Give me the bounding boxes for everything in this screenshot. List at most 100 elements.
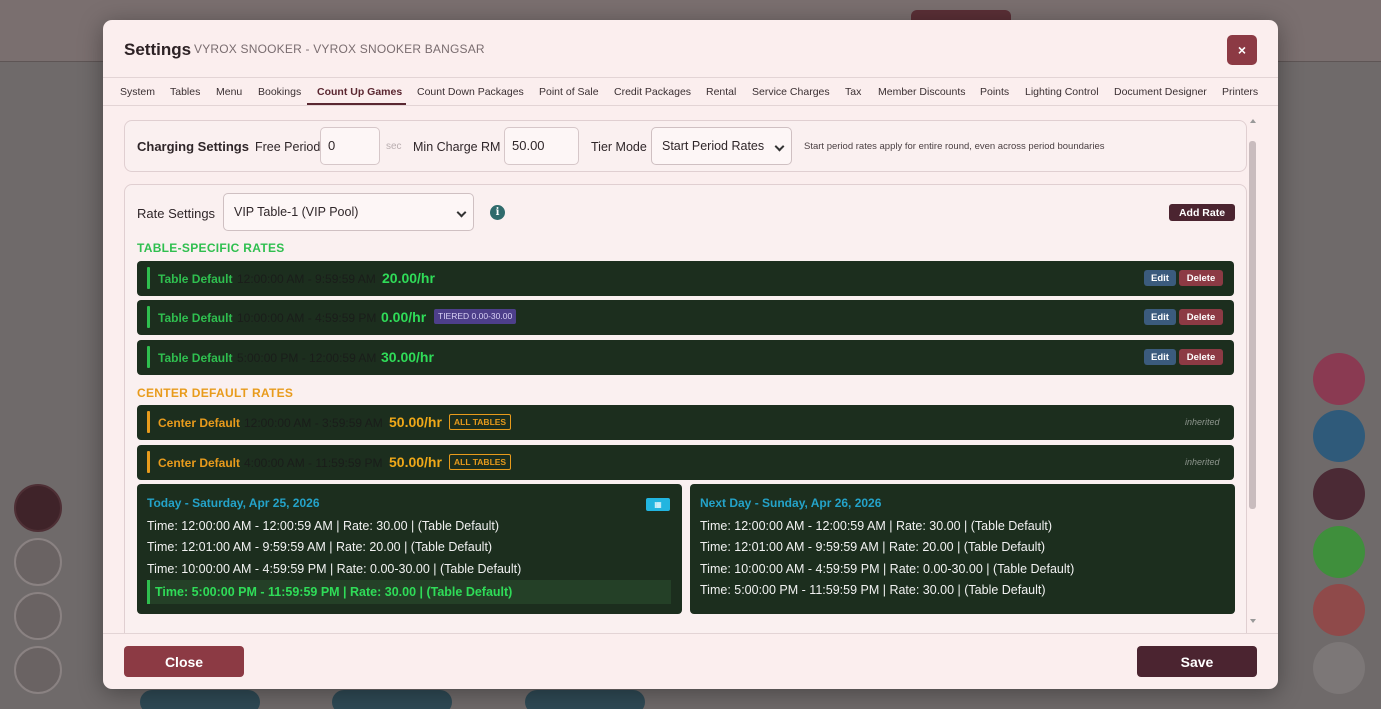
center-rate-row: Center Default 4:00:00 AM - 11:59:59 PM … [137, 445, 1234, 480]
scroll-down-arrow-icon[interactable] [1250, 619, 1256, 623]
tier-mode-select[interactable]: Start Period Rates [651, 127, 792, 165]
settings-tabs: System Tables Menu Bookings Count Up Gam… [103, 78, 1278, 106]
rate-time-range: 12:00:00 AM - 3:59:59 AM [244, 416, 383, 430]
add-rate-button[interactable]: Add Rate [1169, 204, 1235, 221]
table-rate-row: Table Default 10:00:00 AM - 4:59:59 PM 0… [137, 300, 1234, 335]
modal-header: Settings VYROX SNOOKER - VYROX SNOOKER B… [103, 20, 1278, 78]
free-period-label: Free Period [255, 140, 321, 154]
modal-scrollbar[interactable] [1248, 115, 1257, 627]
center-rate-row: Center Default 12:00:00 AM - 3:59:59 AM … [137, 405, 1234, 440]
tab-tax[interactable]: Tax [845, 86, 861, 98]
tab-credit-packages[interactable]: Credit Packages [614, 86, 691, 98]
delete-button[interactable]: Delete [1179, 309, 1223, 325]
tier-mode-hint: Start period rates apply for entire roun… [804, 141, 1105, 152]
settings-modal: Settings VYROX SNOOKER - VYROX SNOOKER B… [103, 20, 1278, 689]
edit-button[interactable]: Edit [1144, 309, 1176, 325]
modal-subtitle: VYROX SNOOKER - VYROX SNOOKER BANGSAR [194, 42, 485, 56]
save-button[interactable]: Save [1137, 646, 1257, 677]
current-schedule-line: Time: 5:00:00 PM - 11:59:59 PM | Rate: 3… [147, 580, 671, 604]
rate-time-range: 4:00:00 AM - 11:59:59 PM [244, 456, 383, 470]
background-right-button [1313, 526, 1365, 578]
charging-settings-title: Charging Settings [137, 139, 249, 154]
background-table-card [332, 690, 452, 709]
schedule-line: Time: 12:01:00 AM - 9:59:59 AM | Rate: 2… [147, 540, 493, 554]
rate-name: Center Default [158, 456, 241, 470]
tab-points[interactable]: Points [980, 86, 1009, 98]
rate-price: 0.00/hr [381, 309, 427, 325]
scroll-up-arrow-icon[interactable] [1250, 119, 1256, 123]
rate-name: Table Default [158, 311, 233, 325]
delete-button[interactable]: Delete [1179, 349, 1223, 365]
rate-name: Table Default [158, 272, 233, 286]
active-tab-indicator [307, 103, 406, 105]
tab-document-designer[interactable]: Document Designer [1114, 86, 1207, 98]
background-left-button [14, 484, 62, 532]
tab-bookings[interactable]: Bookings [258, 86, 301, 98]
free-period-unit: sec [386, 141, 402, 152]
rate-name: Center Default [158, 416, 241, 430]
calendar-icon[interactable]: ▦ [646, 498, 670, 511]
today-title: Today - Saturday, Apr 25, 2026 [147, 496, 320, 510]
background-table-card [525, 690, 645, 709]
tiered-badge: TIERED 0.00-30.00 [434, 309, 517, 324]
modal-footer: Close Save [103, 633, 1278, 689]
min-charge-input[interactable]: 50.00 [504, 127, 579, 165]
schedule-line: Time: 12:00:00 AM - 12:00:59 AM | Rate: … [147, 519, 500, 533]
rate-time-range: 12:00:00 AM - 9:59:59 AM [237, 272, 376, 286]
chevron-down-icon [456, 207, 467, 218]
modal-title: Settings [124, 40, 192, 59]
modal-body: Charging Settings Free Period 0 sec Min … [103, 107, 1278, 633]
rate-settings-panel: Rate Settings VIP Table-1 (VIP Pool) i A… [124, 184, 1247, 633]
tab-member-discounts[interactable]: Member Discounts [878, 86, 966, 98]
tier-mode-value: Start Period Rates [662, 139, 765, 153]
tab-rental[interactable]: Rental [706, 86, 736, 98]
delete-button[interactable]: Delete [1179, 270, 1223, 286]
inherited-label: inherited [1185, 417, 1220, 427]
close-icon[interactable]: × [1227, 35, 1257, 65]
tab-lighting-control[interactable]: Lighting Control [1025, 86, 1099, 98]
edit-button[interactable]: Edit [1144, 349, 1176, 365]
background-right-button [1313, 353, 1365, 405]
free-period-input[interactable]: 0 [320, 127, 380, 165]
rate-price: 20.00/hr [382, 270, 435, 286]
rate-price: 30.00/hr [381, 349, 434, 365]
close-button[interactable]: Close [124, 646, 244, 677]
rate-indicator-bar [147, 346, 150, 368]
table-rate-row: Table Default 5:00:00 PM - 12:00:59 AM 3… [137, 340, 1234, 375]
background-table-card [140, 690, 260, 709]
next-day-title: Next Day - Sunday, Apr 26, 2026 [700, 496, 882, 510]
info-icon[interactable]: i [490, 205, 505, 220]
charging-settings-panel: Charging Settings Free Period 0 sec Min … [124, 120, 1247, 172]
background-left-button [14, 592, 62, 640]
background-left-button [14, 646, 62, 694]
tab-count-down-packages[interactable]: Count Down Packages [417, 86, 524, 98]
schedule-line: Time: 12:01:00 AM - 9:59:59 AM | Rate: 2… [700, 540, 1046, 554]
rate-time-range: 5:00:00 PM - 12:00:59 AM [237, 351, 377, 365]
table-select[interactable]: VIP Table-1 (VIP Pool) [223, 193, 474, 231]
schedule-line: Time: 10:00:00 AM - 4:59:59 PM | Rate: 0… [147, 562, 522, 576]
tab-count-up-games[interactable]: Count Up Games [317, 86, 402, 98]
table-specific-heading: TABLE-SPECIFIC RATES [137, 241, 285, 255]
tab-printers[interactable]: Printers [1222, 86, 1258, 98]
schedule-line: Time: 10:00:00 AM - 4:59:59 PM | Rate: 0… [700, 562, 1075, 576]
edit-button[interactable]: Edit [1144, 270, 1176, 286]
rate-time-range: 10:00:00 AM - 4:59:59 PM [237, 311, 377, 325]
rate-price: 50.00/hr [389, 414, 442, 430]
rate-indicator-bar [147, 451, 150, 473]
rate-price: 50.00/hr [389, 454, 442, 470]
background-left-button [14, 538, 62, 586]
rate-indicator-bar [147, 267, 150, 289]
all-tables-badge: ALL TABLES [449, 414, 512, 430]
tab-menu[interactable]: Menu [216, 86, 242, 98]
tab-service-charges[interactable]: Service Charges [752, 86, 830, 98]
rate-indicator-bar [147, 306, 150, 328]
tab-tables[interactable]: Tables [170, 86, 200, 98]
tab-point-of-sale[interactable]: Point of Sale [539, 86, 599, 98]
tab-system[interactable]: System [120, 86, 155, 98]
chevron-down-icon [774, 141, 785, 152]
tier-mode-label: Tier Mode [591, 140, 647, 154]
schedule-line: Time: 5:00:00 PM - 11:59:59 PM | Rate: 3… [700, 583, 1046, 597]
background-right-button [1313, 584, 1365, 636]
table-select-value: VIP Table-1 (VIP Pool) [234, 205, 359, 219]
scrollbar-thumb[interactable] [1249, 141, 1256, 509]
